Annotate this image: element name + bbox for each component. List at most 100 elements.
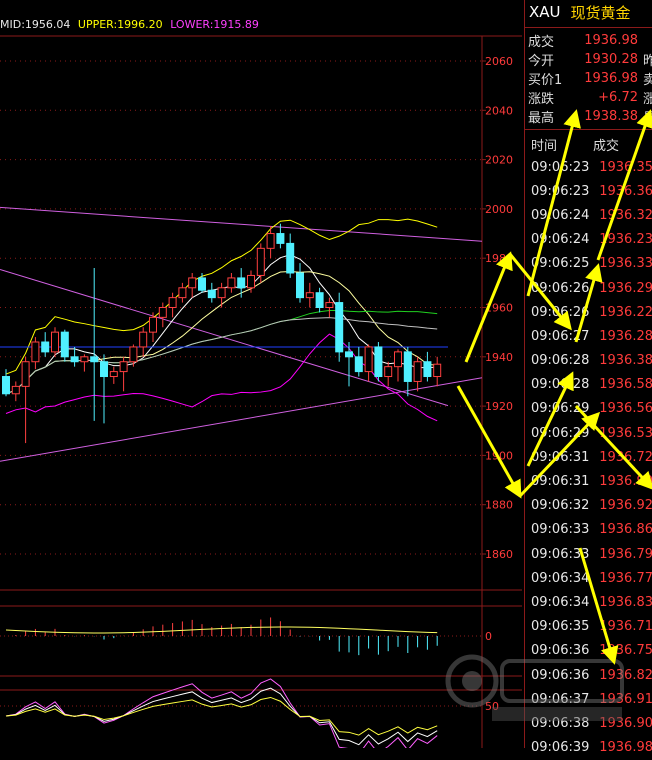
candle: [109, 366, 118, 384]
candle-body: [413, 361, 422, 382]
quote-label: 今开: [528, 54, 555, 69]
candle-body: [41, 341, 50, 353]
price-tick-label: 1980: [485, 252, 513, 265]
candle: [227, 272, 236, 293]
quote-value: 1936.98: [584, 71, 638, 86]
price-axis: 2060 2040 2020 2000 1980 1960 1940 1920 1900 1880…: [482, 55, 513, 561]
tick-row[interactable]: 09:06:29 1936.56: [525, 397, 652, 421]
quote-extra-label: 最: [643, 111, 652, 126]
tick-row[interactable]: 09:06:31 1936.90: [525, 469, 652, 493]
quote-value: 1930.28: [584, 52, 638, 67]
tick-row[interactable]: 09:06:28 1936.58: [525, 373, 652, 397]
tick-row[interactable]: 09:06:34 1936.77: [525, 566, 652, 590]
candle: [345, 342, 353, 387]
candle-body: [21, 361, 30, 387]
candle-body: [266, 233, 275, 249]
upper-value: UPPER:1996.20: [77, 18, 163, 31]
tick-row[interactable]: 09:06:24 1936.23: [525, 228, 652, 252]
price-tick-label: 1920: [485, 400, 513, 413]
tick-price: 1936.29: [599, 280, 652, 296]
candle-body: [178, 287, 187, 299]
candle-body: [286, 242, 295, 274]
tick-row[interactable]: 09:06:28 1936.38: [525, 349, 652, 373]
tick-row[interactable]: 09:06:34 1936.83: [525, 590, 652, 614]
kdj-panel: 50: [0, 678, 499, 748]
candle-body: [345, 351, 353, 358]
tick-price: 1936.79: [599, 546, 652, 562]
quote-row: 买价1 1936.98 卖: [525, 69, 652, 88]
candle-body: [100, 361, 108, 378]
quote-panel: XAU 现货黄金 成交 1936.98 今开 1930.28 昨买价1 1936.98 卖涨…: [524, 0, 652, 755]
price-tick-label: 1860: [485, 548, 513, 561]
trendline-lower: [0, 377, 483, 462]
candle-body: [207, 289, 216, 299]
tick-row[interactable]: 09:06:27 1936.28: [525, 324, 652, 348]
candle: [256, 243, 265, 283]
tick-row[interactable]: 09:06:29 1936.53: [525, 421, 652, 445]
candle: [413, 356, 422, 392]
candle: [41, 332, 50, 357]
lower-value: LOWER:1915.89: [170, 18, 259, 31]
candlestick-chart-panel[interactable]: 2060 2040 2020 2000 1980 1960 1940 1920 1900 1880…: [0, 0, 522, 748]
mid-value: MID:1956.04: [0, 18, 71, 31]
candle-body: [403, 351, 412, 382]
tick-row[interactable]: 09:06:32 1936.92: [525, 494, 652, 518]
tick-row[interactable]: 09:06:31 1936.72: [525, 445, 652, 469]
col-price: 成交: [593, 138, 620, 154]
candle: [394, 349, 402, 382]
tick-row[interactable]: 09:06:26 1936.29: [525, 276, 652, 300]
tick-time: 09:06:29: [531, 425, 590, 441]
bollinger-bands: [0, 218, 448, 422]
price-tick-label: 1960: [485, 302, 513, 315]
macd-axis-label: 0: [485, 630, 492, 643]
quote-row: 成交 1936.98: [525, 31, 652, 50]
quote-label: 成交: [528, 35, 555, 50]
tick-row[interactable]: 09:06:24 1936.32: [525, 203, 652, 227]
quote-value: 1938.38: [584, 109, 638, 124]
tick-time: 09:06:28: [531, 377, 590, 393]
candle-body: [2, 376, 10, 395]
indicator-bar: MID:1956.04 UPPER:1996.20 LOWER:1915.89: [0, 18, 259, 31]
tick-time: 09:06:33: [531, 522, 590, 538]
quote-extra-label: 涨: [643, 92, 652, 107]
tick-row[interactable]: 09:06:26 1936.22: [525, 300, 652, 324]
candle-body: [364, 346, 373, 373]
tick-price: 1936.32: [599, 207, 652, 223]
tick-row[interactable]: 09:06:25 1936.33: [525, 252, 652, 276]
price-tick-label: 2040: [485, 104, 513, 117]
candle: [335, 292, 344, 362]
candle: [296, 263, 304, 303]
candle-body: [354, 356, 363, 373]
candle-body: [70, 356, 79, 363]
tick-time: 09:06:31: [531, 474, 590, 490]
candle: [139, 327, 148, 357]
symbol[interactable]: XAU: [529, 3, 561, 21]
candle-body: [335, 302, 344, 353]
candle: [90, 268, 99, 421]
candle-body: [384, 366, 393, 378]
tick-row[interactable]: 09:06:23 1936.35: [525, 155, 652, 179]
tick-row[interactable]: 09:06:35 1936.71: [525, 615, 652, 639]
tick-row[interactable]: 09:06:33 1936.79: [525, 542, 652, 566]
candle: [325, 297, 334, 318]
quote-label: 涨跌: [528, 92, 555, 107]
candle-body: [305, 292, 314, 299]
candle: [354, 346, 363, 377]
quote-row: 涨跌 +6.72 涨: [525, 88, 652, 107]
tick-price: 1936.72: [599, 449, 652, 465]
chart-canvas[interactable]: 2060 2040 2020 2000 1980 1960 1940 1920 1900 1880…: [0, 0, 522, 748]
tick-row[interactable]: 09:06:23 1936.36: [525, 179, 652, 203]
candle-body: [188, 277, 197, 289]
candle: [80, 354, 89, 372]
quote-label: 买价1: [528, 73, 563, 88]
tick-time: 09:06:29: [531, 401, 590, 417]
tick-time: 09:06:28: [531, 353, 590, 369]
tick-row[interactable]: 09:06:33 1936.86: [525, 518, 652, 542]
col-time: 时间: [531, 138, 558, 154]
tick-time: 09:06:32: [531, 498, 590, 514]
candles: [2, 223, 442, 444]
price-tick-label: 2000: [485, 203, 513, 216]
candle-body: [168, 297, 177, 309]
candle: [100, 354, 108, 424]
candle-body: [139, 331, 148, 348]
